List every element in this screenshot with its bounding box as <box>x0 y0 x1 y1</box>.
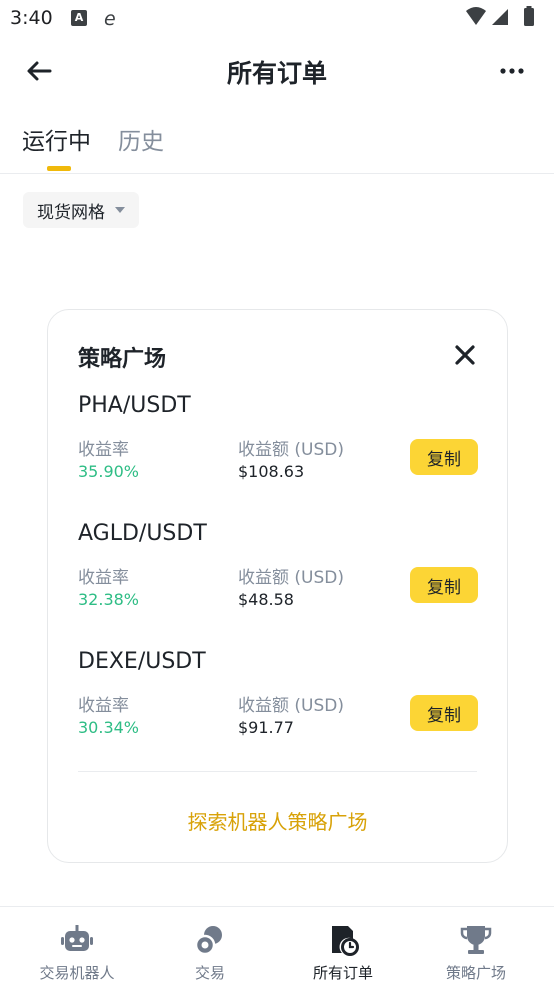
close-card-button[interactable] <box>455 345 475 365</box>
strategy-pair: PHA/USDT <box>78 393 191 418</box>
return-rate-label: 收益率 <box>78 440 129 460</box>
return-rate-label: 收益率 <box>78 568 129 588</box>
order-tabs: 运行中 历史 <box>0 110 554 174</box>
browser-notification-icon: e <box>104 8 116 30</box>
copy-strategy-button[interactable]: 复制 <box>410 695 478 731</box>
more-options-button[interactable] <box>498 60 528 82</box>
card-title: 策略广场 <box>78 347 167 372</box>
robot-icon <box>61 925 93 951</box>
more-dots-icon <box>500 68 524 74</box>
copy-strategy-button[interactable]: 复制 <box>410 439 478 475</box>
return-amount-value: $48.58 <box>238 590 294 609</box>
nav-item-all-orders[interactable]: 所有订单 <box>274 907 412 984</box>
close-icon <box>455 345 475 365</box>
tab-history[interactable]: 历史 <box>118 122 164 156</box>
strategy-type-filter[interactable]: 现货网格 <box>23 192 139 228</box>
status-bar: 3:40 A e <box>0 0 554 36</box>
nav-item-strategy-plaza[interactable]: 策略广场 <box>407 907 545 984</box>
strategy-pair: DEXE/USDT <box>78 649 206 674</box>
wifi-icon <box>466 7 486 25</box>
status-time: 3:40 <box>10 7 53 29</box>
strategy-plaza-card: 策略广场 PHA/USDT 收益率 35.90% 收益额 (USD) $108.… <box>47 309 508 863</box>
card-divider <box>78 771 477 772</box>
nav-item-trade[interactable]: 交易 <box>141 907 279 984</box>
nav-label: 策略广场 <box>445 964 506 982</box>
orders-icon <box>332 926 359 956</box>
notification-a-icon: A <box>71 10 87 26</box>
return-rate-label: 收益率 <box>78 696 129 716</box>
filter-label: 现货网格 <box>37 202 105 223</box>
return-rate-value: 30.34% <box>78 718 140 737</box>
nav-label: 所有订单 <box>312 964 373 982</box>
nav-label: 交易 <box>194 964 225 982</box>
app-header: 所有订单 <box>0 40 554 104</box>
return-rate-value: 35.90% <box>78 462 140 481</box>
copy-strategy-button[interactable]: 复制 <box>410 567 478 603</box>
nav-label: 交易机器人 <box>39 964 115 982</box>
return-amount-value: $91.77 <box>238 718 294 737</box>
active-tab-indicator <box>47 166 71 171</box>
caret-down-icon <box>115 207 125 213</box>
signal-icon <box>492 9 508 25</box>
strategy-item: AGLD/USDT 收益率 32.38% 收益额 (USD) $48.58 复制 <box>78 521 478 631</box>
strategy-item: DEXE/USDT 收益率 30.34% 收益额 (USD) $91.77 复制 <box>78 649 478 759</box>
explore-strategy-plaza-link[interactable]: 探索机器人策略广场 <box>48 806 507 835</box>
return-amount-label: 收益额 (USD) <box>238 440 344 460</box>
return-amount-label: 收益额 (USD) <box>238 568 344 588</box>
trophy-icon <box>460 926 492 954</box>
battery-icon <box>524 8 534 26</box>
return-amount-value: $108.63 <box>238 462 305 481</box>
page-title: 所有订单 <box>226 59 327 88</box>
strategy-item: PHA/USDT 收益率 35.90% 收益额 (USD) $108.63 复制 <box>78 393 478 503</box>
wifi-signal-battery-icons <box>466 6 534 26</box>
strategy-pair: AGLD/USDT <box>78 521 207 546</box>
nav-item-trading-bots[interactable]: 交易机器人 <box>8 907 146 984</box>
trade-icon <box>194 926 222 956</box>
return-amount-label: 收益额 (USD) <box>238 696 344 716</box>
tab-running[interactable]: 运行中 <box>22 122 91 156</box>
return-rate-value: 32.38% <box>78 590 140 609</box>
bottom-navigation: 交易机器人 交易 所有订单 策略广场 <box>0 906 554 984</box>
